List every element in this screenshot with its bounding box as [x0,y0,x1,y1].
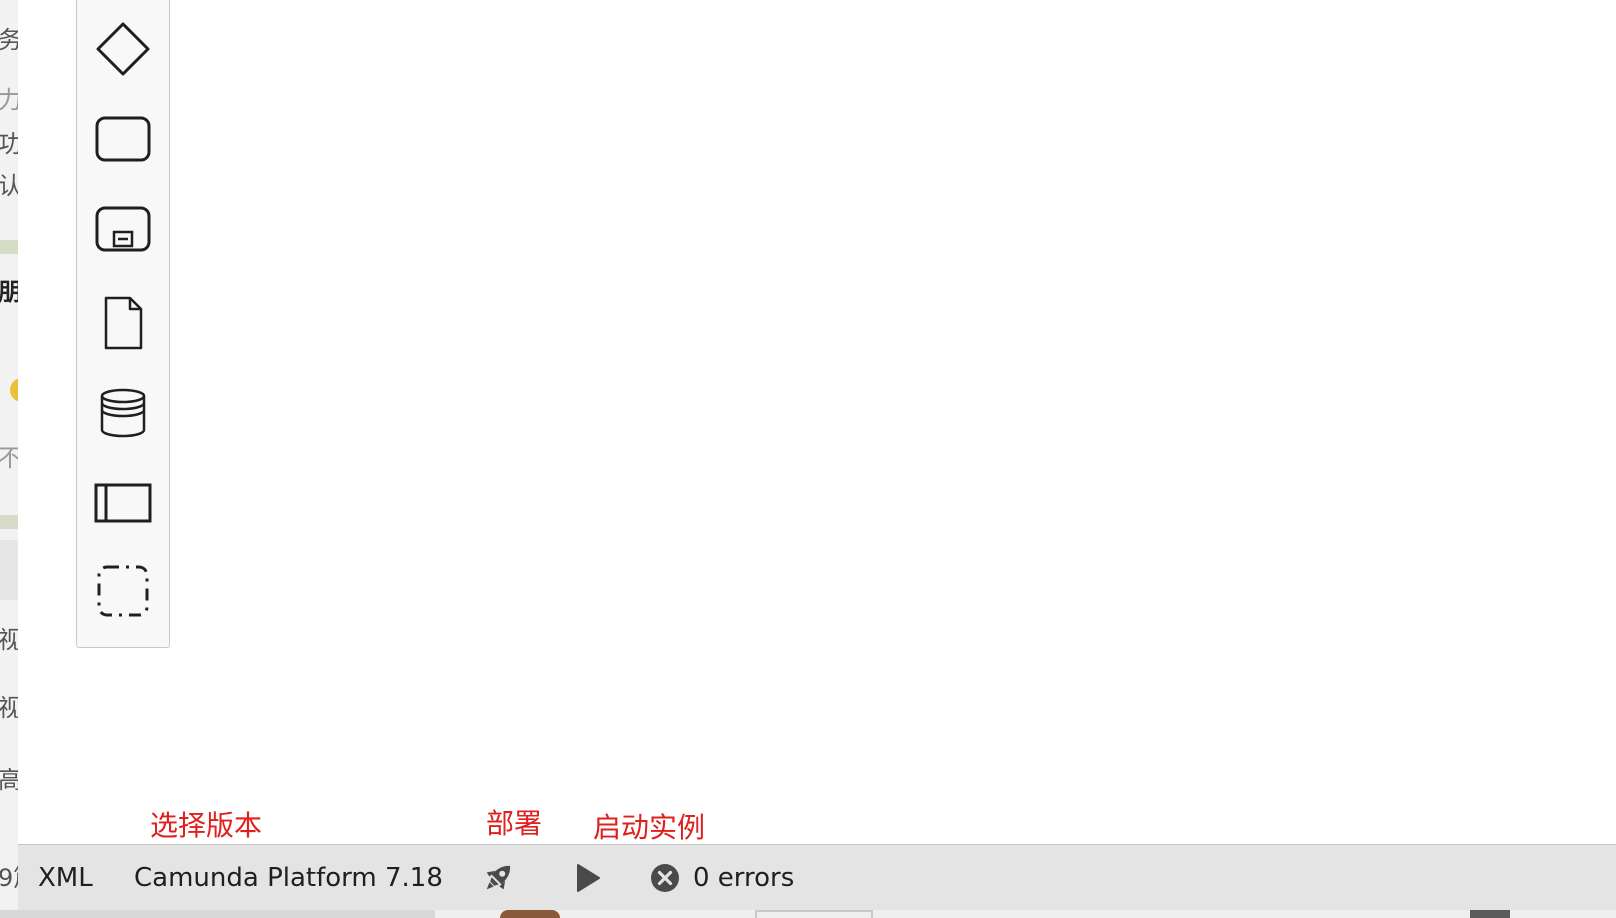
tool-palette [76,0,170,648]
bg-text-fragment: 视频 [0,620,18,655]
bg-text-fragment: 9篇 [0,858,18,893]
deploy-button[interactable] [480,845,516,911]
xml-label: XML [38,863,93,893]
background-window-bottom [0,910,1616,918]
create-data-object-tool[interactable] [94,294,152,352]
annotation-select-version: 选择版本 [150,809,263,842]
data-store-icon [100,388,146,438]
bg-band [0,240,18,254]
bg-text-fragment: 功: [0,124,18,159]
bg-text-fragment: 力 [0,80,18,115]
gateway-icon [96,22,150,76]
bg-text-fragment: 不 [0,438,18,473]
bg-text-fragment: 务 [0,20,18,55]
diagram-canvas[interactable]: 选择版本 部署 启动实例 [18,0,1616,844]
subprocess-icon [95,206,151,252]
platform-version-label: Camunda Platform 7.18 [134,863,443,893]
data-object-icon [104,296,143,350]
bg-block [435,910,1616,918]
annotation-deploy: 部署 [486,807,543,840]
create-subprocess-tool[interactable] [94,200,152,258]
bg-text-fragment: 视频 [0,688,18,723]
error-circle-icon [651,864,679,892]
platform-version-selector[interactable]: Camunda Platform 7.18 [134,845,443,911]
xml-tab-button[interactable]: XML [38,845,93,911]
create-pool-tool[interactable] [94,474,152,532]
task-icon [95,116,151,162]
background-window-fragment: 务 力 功: 认 朋友 不 视频 视频 高可 9篇 [0,0,19,918]
start-instance-button[interactable] [574,845,602,911]
bg-text-fragment: 高可 [0,760,18,795]
bg-text-fragment: 朋友 [0,272,18,307]
bg-text-fragment: 认 [0,166,18,201]
group-icon [97,565,149,617]
bg-button-outline [755,910,873,918]
play-icon [577,864,600,892]
bg-block [1470,910,1510,918]
rocket-icon [486,865,511,890]
create-task-tool[interactable] [94,110,152,168]
status-bar: XML Camunda Platform 7.18 0 errors [18,844,1616,910]
create-data-store-tool[interactable] [94,384,152,442]
errors-indicator[interactable]: 0 errors [650,845,794,911]
create-gateway-tool[interactable] [94,20,152,78]
pool-icon [94,483,152,523]
annotation-start-instance: 启动实例 [593,811,706,844]
bg-band [0,540,18,600]
bg-band [0,515,18,529]
create-group-tool[interactable] [94,562,152,620]
errors-label: 0 errors [693,863,795,893]
bg-avatar [500,910,560,918]
